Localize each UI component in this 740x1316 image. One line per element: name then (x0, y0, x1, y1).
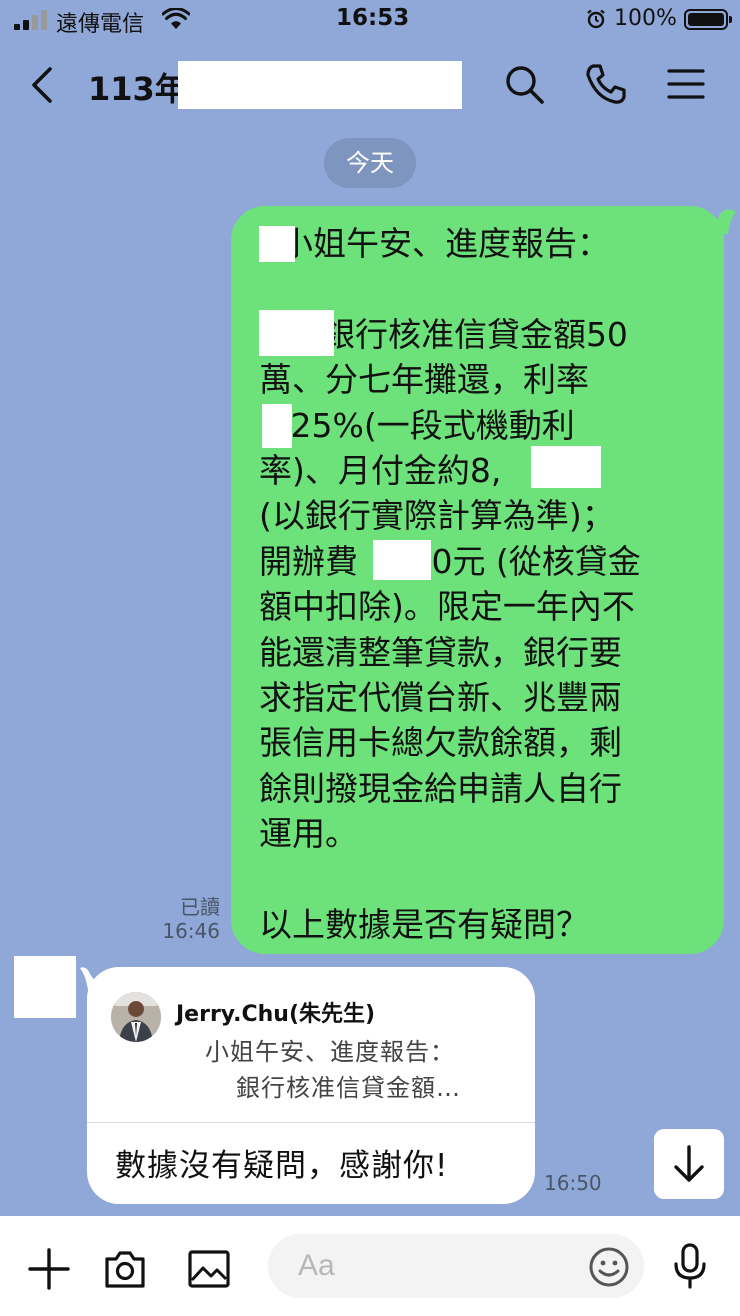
sent-message-line (259, 857, 709, 902)
sent-timestamp: 16:46 (162, 919, 220, 943)
sent-message-line: 張信用卡總欠款餘額，剩 (259, 723, 622, 763)
sent-message-line: 額中扣除)。限定一年內不 (259, 587, 635, 627)
read-receipt: 已讀 (180, 895, 220, 919)
person-photo-icon (111, 992, 161, 1042)
redaction-block (531, 446, 601, 488)
chat-header: 113年 (0, 48, 740, 128)
redaction-block (262, 404, 292, 448)
quoted-text-line: 小姐午安、進度報告： (205, 1038, 455, 1066)
status-bar: 遠傳電信 16:53 100% (0, 0, 740, 44)
received-timestamp: 16:50 (544, 1171, 602, 1195)
menu-icon[interactable] (664, 62, 708, 106)
carrier-name: 遠傳電信 (56, 12, 145, 37)
sent-message-line: 能還清整筆貸款，銀行要 (259, 632, 622, 672)
sent-message-line: 求指定代償台新、兆豐兩 (259, 678, 622, 718)
scroll-to-bottom-button[interactable] (654, 1129, 724, 1199)
redaction-block (259, 310, 334, 356)
alarm-icon (587, 9, 605, 29)
status-time: 16:53 (336, 5, 410, 31)
signal-icon (14, 10, 50, 30)
redaction-block (373, 540, 431, 580)
back-arrow-icon[interactable] (24, 63, 64, 107)
sent-message-line (259, 266, 709, 311)
sent-message-line: (以銀行實際計算為準)； (259, 496, 615, 536)
arrow-down-icon (674, 1145, 704, 1182)
received-message-text: 數據沒有疑問，感謝你! (115, 1148, 449, 1184)
sent-message-line: 運用。 (259, 814, 358, 854)
camera-icon[interactable] (102, 1246, 148, 1292)
image-icon[interactable] (186, 1246, 232, 1292)
battery-icon (684, 9, 732, 30)
quoted-text-line: 銀行核准信貸金額… (236, 1074, 461, 1102)
quote-avatar (111, 992, 161, 1042)
quoted-sender-name: Jerry.Chu(朱先生) (176, 1002, 376, 1027)
phone-icon[interactable] (584, 62, 628, 106)
microphone-icon[interactable] (670, 1242, 710, 1290)
sent-message-line: 以上數據是否有疑問？ (259, 905, 589, 945)
sent-message-line: 開辦費 00元 (從核貸金 (259, 541, 641, 581)
wifi-icon (162, 8, 190, 29)
plus-icon[interactable] (26, 1246, 72, 1292)
redaction-block (178, 61, 462, 109)
avatar[interactable] (14, 956, 76, 1018)
emoji-icon[interactable] (588, 1246, 630, 1288)
sent-message-line: .25%(一段式機動利 (259, 405, 575, 445)
chat-title: 113年 (88, 70, 187, 108)
sent-message-line: 率)、月付金約8, 元 (259, 451, 598, 491)
battery-percent: 100% (614, 6, 677, 31)
input-bar (0, 1216, 740, 1316)
redaction-block (259, 226, 295, 262)
sent-message-line: 小姐午安、進度報告： (259, 224, 610, 263)
quote-divider (87, 1122, 535, 1123)
sent-message-line: 萬、分七年攤還，利率 (259, 360, 589, 400)
search-icon[interactable] (502, 62, 546, 106)
date-divider: 今天 (324, 138, 416, 188)
sent-message-line: 餘則撥現金給申請人自行 (259, 768, 622, 808)
